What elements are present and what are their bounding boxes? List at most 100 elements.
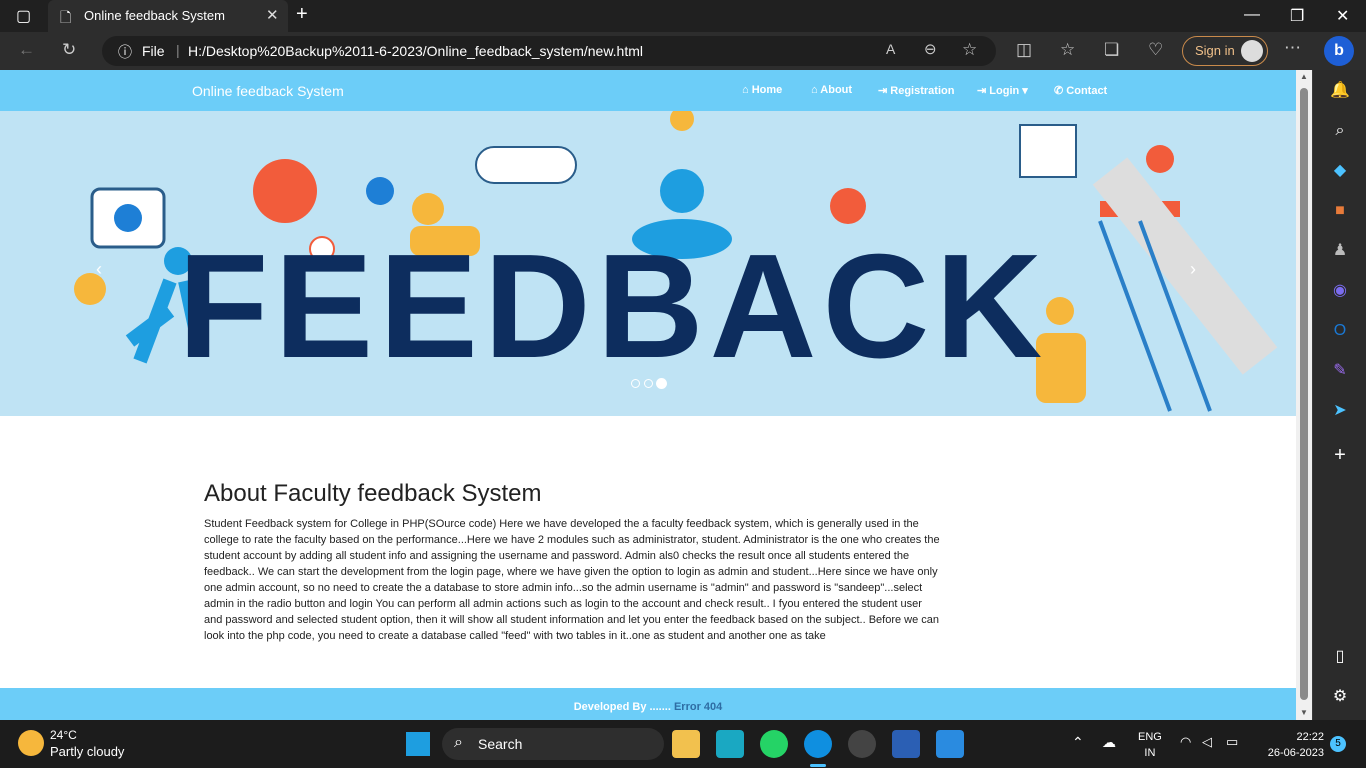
sidebar-settings-icon[interactable]: ⚙ xyxy=(1329,686,1351,708)
notification-bell-icon[interactable]: 🔔 xyxy=(1329,80,1351,102)
address-bar[interactable]: ⓘ File | H:/Desktop%20Backup%2011-6-2023… xyxy=(102,36,996,66)
carousel-prev-icon[interactable]: ‹ xyxy=(96,259,102,280)
power-automate-icon[interactable] xyxy=(716,730,744,758)
page-icon: 🗋 xyxy=(60,9,72,25)
tab-actions-icon[interactable]: ▢ xyxy=(16,6,31,26)
new-tab-icon[interactable]: + xyxy=(296,3,308,26)
edge-taskbar-icon[interactable] xyxy=(804,730,832,758)
info-icon[interactable]: ⓘ xyxy=(118,42,132,62)
bing-copilot-icon[interactable]: b xyxy=(1324,36,1354,66)
hero-carousel: FEEDBACK ‹ › xyxy=(0,111,1296,416)
file-label: File xyxy=(142,43,165,59)
address-divider: | xyxy=(176,42,180,58)
wifi-icon[interactable]: ◠ xyxy=(1180,734,1191,750)
windows-taskbar: 24°C Partly cloudy ⌕ Search ⌃ ☁ ENG IN ◠… xyxy=(0,720,1366,768)
taskbar-search-label: Search xyxy=(478,736,523,752)
carousel-indicator-1[interactable] xyxy=(631,379,640,388)
media-player-icon[interactable] xyxy=(848,730,876,758)
hero-feedback-word: FEEDBACK xyxy=(178,224,1049,389)
copilot-icon[interactable]: ◉ xyxy=(1329,280,1351,302)
windows-start-icon[interactable] xyxy=(406,732,430,756)
minimize-icon[interactable]: — xyxy=(1244,6,1260,24)
nav-contact-label: Contact xyxy=(1066,85,1108,97)
edge-sidebar: 🔔 ⌕ ◆ ■ ♟ ◉ O ✎ ➤ + ▯ ⚙ xyxy=(1312,70,1366,720)
language-line2: IN xyxy=(1144,747,1156,759)
send-icon[interactable]: ➤ xyxy=(1329,400,1351,422)
weather-temp[interactable]: 24°C xyxy=(50,728,77,742)
nav-home[interactable]: ⌂ Home xyxy=(742,84,782,96)
clock-date: 26-06-2023 xyxy=(1267,747,1324,759)
weather-icon[interactable] xyxy=(18,730,44,756)
site-navbar: Online feedback System ⌂ Home ⌂ About ⇥ … xyxy=(0,70,1296,111)
taskbar-search[interactable]: ⌕ Search xyxy=(442,728,664,760)
browser-title-bar: ▢ 🗋 Online feedback System ✕ + — ❐ ✕ xyxy=(0,0,1366,32)
collections-icon[interactable]: ❏ xyxy=(1104,40,1119,60)
page-viewport: Online feedback System ⌂ Home ⌂ About ⇥ … xyxy=(0,70,1296,720)
site-footer: Developed By ....... Error 404 xyxy=(0,688,1296,720)
scroll-up-icon[interactable]: ▲ xyxy=(1300,72,1308,81)
nav-registration[interactable]: ⇥ Registration xyxy=(878,84,954,97)
carousel-indicator-2[interactable] xyxy=(644,379,653,388)
sign-in-label: Sign in xyxy=(1195,43,1235,58)
taskbar-search-icon: ⌕ xyxy=(454,734,463,751)
browser-toolbar: ← ↻ ⓘ File | H:/Desktop%20Backup%2011-6-… xyxy=(0,32,1366,70)
battery-icon[interactable]: ▭ xyxy=(1226,734,1238,750)
file-explorer-icon[interactable] xyxy=(672,730,700,758)
site-brand[interactable]: Online feedback System xyxy=(192,83,344,99)
favorites-icon[interactable]: ☆ xyxy=(1060,40,1075,60)
tray-chevron-icon[interactable]: ⌃ xyxy=(1072,734,1084,751)
close-window-icon[interactable]: ✕ xyxy=(1336,6,1349,26)
shopping-tag-icon[interactable]: ◆ xyxy=(1329,160,1351,182)
language-indicator[interactable]: ENG IN xyxy=(1138,729,1162,761)
browser-tab[interactable]: 🗋 Online feedback System ✕ xyxy=(48,0,288,32)
tools-briefcase-icon[interactable]: ■ xyxy=(1329,200,1351,222)
nav-home-label: Home xyxy=(751,84,783,96)
designer-icon[interactable]: ✎ xyxy=(1329,360,1351,382)
favorite-star-icon[interactable]: ☆ xyxy=(962,40,977,60)
maximize-icon[interactable]: ❐ xyxy=(1290,6,1304,26)
read-aloud-icon[interactable]: A xyxy=(886,41,895,57)
page-scrollbar[interactable]: ▲ ▼ xyxy=(1296,70,1312,720)
about-title: About Faculty feedback System xyxy=(204,480,542,507)
word-icon[interactable] xyxy=(892,730,920,758)
scroll-down-icon[interactable]: ▼ xyxy=(1300,708,1308,717)
footer-text: Developed By ....... Error 404 xyxy=(0,701,1296,713)
nav-login[interactable]: ⇥ Login ▾ xyxy=(977,84,1028,97)
close-tab-icon[interactable]: ✕ xyxy=(266,6,279,24)
language-line1: ENG xyxy=(1138,731,1162,743)
weather-description[interactable]: Partly cloudy xyxy=(50,744,124,759)
scroll-thumb[interactable] xyxy=(1300,88,1308,700)
sign-in-button[interactable]: Sign in xyxy=(1182,36,1268,66)
volume-icon[interactable]: ◁ xyxy=(1202,734,1212,750)
tab-title: Online feedback System xyxy=(84,8,225,23)
hide-sidebar-icon[interactable]: ▯ xyxy=(1329,646,1351,668)
nav-login-label: Login xyxy=(989,85,1020,97)
add-sidebar-icon[interactable]: + xyxy=(1329,444,1351,466)
nav-registration-label: Registration xyxy=(890,85,955,97)
refresh-icon[interactable]: ↻ xyxy=(62,40,76,60)
nav-about[interactable]: ⌂ About xyxy=(811,84,852,96)
footer-prefix: Developed By ....... xyxy=(573,701,671,713)
carousel-indicator-3[interactable] xyxy=(656,378,667,389)
about-text: Student Feedback system for College in P… xyxy=(204,518,940,642)
games-icon[interactable]: ♟ xyxy=(1329,240,1351,262)
notification-badge[interactable]: 5 xyxy=(1330,736,1346,752)
footer-link[interactable]: Error 404 xyxy=(674,701,722,713)
url-text[interactable]: H:/Desktop%20Backup%2011-6-2023/Online_f… xyxy=(188,43,643,59)
edge-active-indicator xyxy=(810,764,826,767)
whatsapp-icon[interactable] xyxy=(760,730,788,758)
split-screen-icon[interactable]: ◫ xyxy=(1016,40,1032,60)
zoom-icon[interactable]: ⊖ xyxy=(924,40,937,58)
nav-about-label: About xyxy=(820,84,853,96)
vscode-icon[interactable] xyxy=(936,730,964,758)
avatar-icon xyxy=(1241,40,1263,62)
back-icon[interactable]: ← xyxy=(18,40,35,60)
system-clock[interactable]: 22:22 26-06-2023 xyxy=(1256,729,1324,761)
carousel-next-icon[interactable]: › xyxy=(1190,259,1196,280)
outlook-icon[interactable]: O xyxy=(1329,320,1351,342)
tray-network-sync-icon[interactable]: ☁ xyxy=(1102,734,1116,751)
sidebar-search-icon[interactable]: ⌕ xyxy=(1329,120,1351,142)
browser-essentials-icon[interactable]: ♡ xyxy=(1148,40,1163,60)
nav-contact[interactable]: ✆ Contact xyxy=(1054,84,1107,97)
more-options-icon[interactable]: ⋯ xyxy=(1284,38,1301,58)
